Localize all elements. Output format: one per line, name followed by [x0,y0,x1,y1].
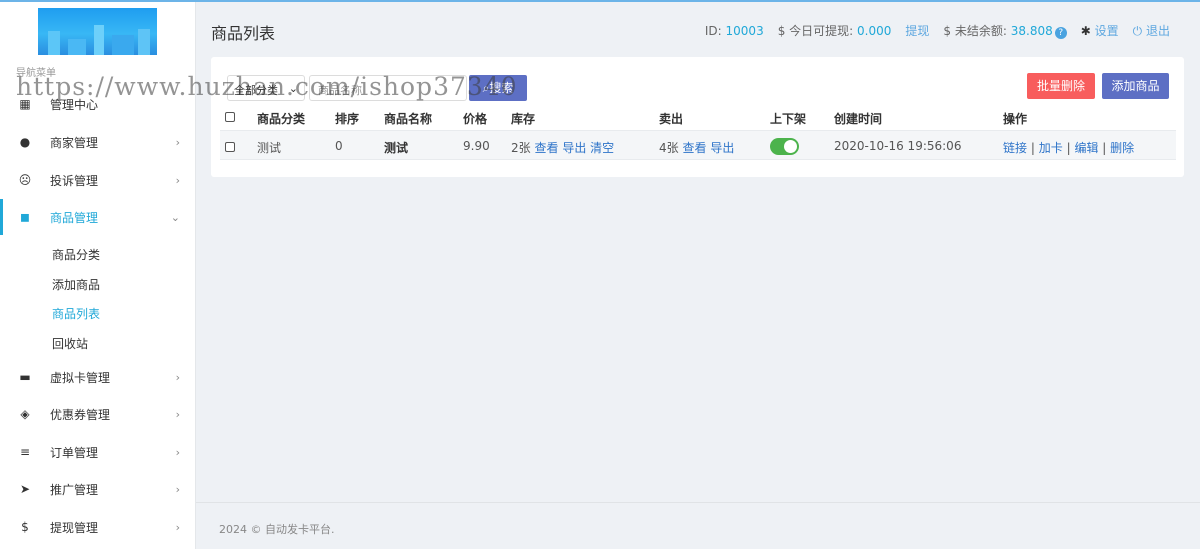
col-created: 创建时间 [834,112,883,126]
col-status: 上下架 [770,112,807,126]
sold-view-link[interactable]: 查看 [682,141,706,155]
sidebar-item-label: 管理中心 [50,97,99,112]
sidebar-item-products[interactable]: ◼ 商品管理 ⌄ [0,199,196,235]
chevron-right-icon: › [175,370,180,384]
sidebar-item-dashboard[interactable]: ▦ 管理中心 [0,86,196,122]
col-name: 商品名称 [384,112,433,126]
logout-link[interactable]: ⏻ 退出 [1133,22,1170,39]
sidebar-item-complaints[interactable]: ☹ 投诉管理 › [0,162,196,198]
product-name-input[interactable]: 商品名称 [309,75,467,101]
toggle-knob [784,140,797,153]
add-product-button[interactable]: 添加商品 [1102,73,1169,99]
sidebar-item-coupons[interactable]: ◈ 优惠券管理 › [0,396,196,432]
col-actions: 操作 [1003,112,1028,126]
chevron-right-icon: › [175,407,180,421]
product-list-card: 全部分类 ⌄ 商品名称 ⌕搜索 批量删除 添加商品 商品分类 排序 商品名称 价格… [211,57,1184,177]
sidebar-item-label: 推广管理 [50,482,99,497]
sidebar-item-label: 虚拟卡管理 [50,370,111,385]
page-title: 商品列表 [211,24,276,43]
power-icon: ⏻ [1132,24,1143,38]
bag-icon: ◼ [20,210,30,224]
footer-text: 2024 © 自动发卡平台. [219,523,335,536]
chevron-down-icon: ⌄ [288,82,298,95]
search-button[interactable]: ⌕搜索 [469,75,527,101]
settings-link[interactable]: ✱ 设置 [1081,22,1119,39]
help-icon[interactable]: ? [1054,27,1067,39]
sidebar-item-virtual-cards[interactable]: ▬ 虚拟卡管理 › [0,359,196,395]
action-link[interactable]: 链接 [1003,141,1027,155]
brand-logo[interactable] [38,8,157,55]
chevron-right-icon: › [175,520,180,534]
sidebar: 导航菜单 ▦ 管理中心 ● 商家管理 › ☹ 投诉管理 › ◼ 商品管理 ⌄ 商… [0,0,196,549]
ticket-icon: ◈ [20,407,30,421]
sidebar-item-label: 提现管理 [50,520,99,535]
sidebar-item-orders[interactable]: ≡ 订单管理 › [0,434,196,470]
cell-price: 9.90 [463,139,490,153]
action-add-card[interactable]: 加卡 [1039,141,1063,155]
cell-name: 测试 [384,141,409,155]
subitem-add-product[interactable]: 添加商品 [52,276,100,293]
category-select[interactable]: 全部分类 ⌄ [227,75,305,101]
stock-clear-link[interactable]: 清空 [590,141,614,155]
dashboard-icon: ▦ [19,97,31,111]
dollar-icon: $ [21,520,29,534]
subitem-product-category[interactable]: 商品分类 [52,246,100,263]
subitem-recycle-bin[interactable]: 回收站 [52,335,88,352]
footer: 2024 © 自动发卡平台. [196,502,1200,549]
col-sold: 卖出 [659,112,684,126]
frown-icon: ☹ [18,173,32,187]
card-icon: ▬ [19,370,31,384]
action-delete[interactable]: 删除 [1110,141,1134,155]
withdrawable-today: $ 今日可提现: 0.000 [777,24,892,38]
chevron-right-icon: › [175,135,180,149]
sidebar-item-label: 优惠券管理 [50,407,111,422]
gear-icon: ✱ [1080,24,1091,38]
sidebar-item-label: 商品管理 [50,210,99,225]
stock-export-link[interactable]: 导出 [562,141,586,155]
list-icon: ≡ [19,445,31,459]
cell-sort: 0 [335,139,343,153]
cell-sold: 4张 查看 导出 [659,141,735,155]
cell-category: 测试 [257,141,282,155]
chevron-right-icon: › [175,173,180,187]
stock-view-link[interactable]: 查看 [534,141,558,155]
sold-export-link[interactable]: 导出 [710,141,734,155]
send-icon: ➤ [19,482,31,496]
shelf-toggle[interactable] [770,138,799,155]
cell-created: 2020-10-16 19:56:06 [834,139,962,153]
chevron-down-icon: ⌄ [170,210,180,224]
top-accent-line [0,0,1200,2]
subitem-product-list[interactable]: 商品列表 [52,305,100,322]
action-edit[interactable]: 编辑 [1074,141,1098,155]
sidebar-item-label: 投诉管理 [50,173,99,188]
nav-caption: 导航菜单 [16,68,56,79]
cell-stock: 2张 查看 导出 清空 [511,141,615,155]
sidebar-item-label: 商家管理 [50,135,99,150]
merchant-id: ID: 10003 [704,23,764,38]
sidebar-item-merchants[interactable]: ● 商家管理 › [0,124,196,160]
col-stock: 库存 [511,112,536,126]
sidebar-item-label: 订单管理 [50,445,99,460]
user-icon: ● [19,135,31,149]
col-category: 商品分类 [257,112,306,126]
col-price: 价格 [463,112,488,126]
chevron-right-icon: › [175,482,180,496]
sidebar-item-withdrawals[interactable]: $ 提现管理 › [0,509,196,545]
batch-delete-button[interactable]: 批量删除 [1027,73,1095,99]
cell-actions: 链接 | 加卡 | 编辑 | 删除 [1003,141,1135,155]
sidebar-item-promotion[interactable]: ➤ 推广管理 › [0,471,196,507]
header-account-bar: ID: 10003 $ 今日可提现: 0.000 提现 $ 未结余额: 38.8… [705,22,1170,39]
col-sort: 排序 [335,112,360,126]
chevron-right-icon: › [175,445,180,459]
withdraw-link[interactable]: 提现 [905,22,929,39]
unsettled-balance: $ 未结余额: 38.808? [943,22,1067,39]
select-all-checkbox[interactable] [225,112,235,122]
row-checkbox[interactable] [225,142,235,152]
